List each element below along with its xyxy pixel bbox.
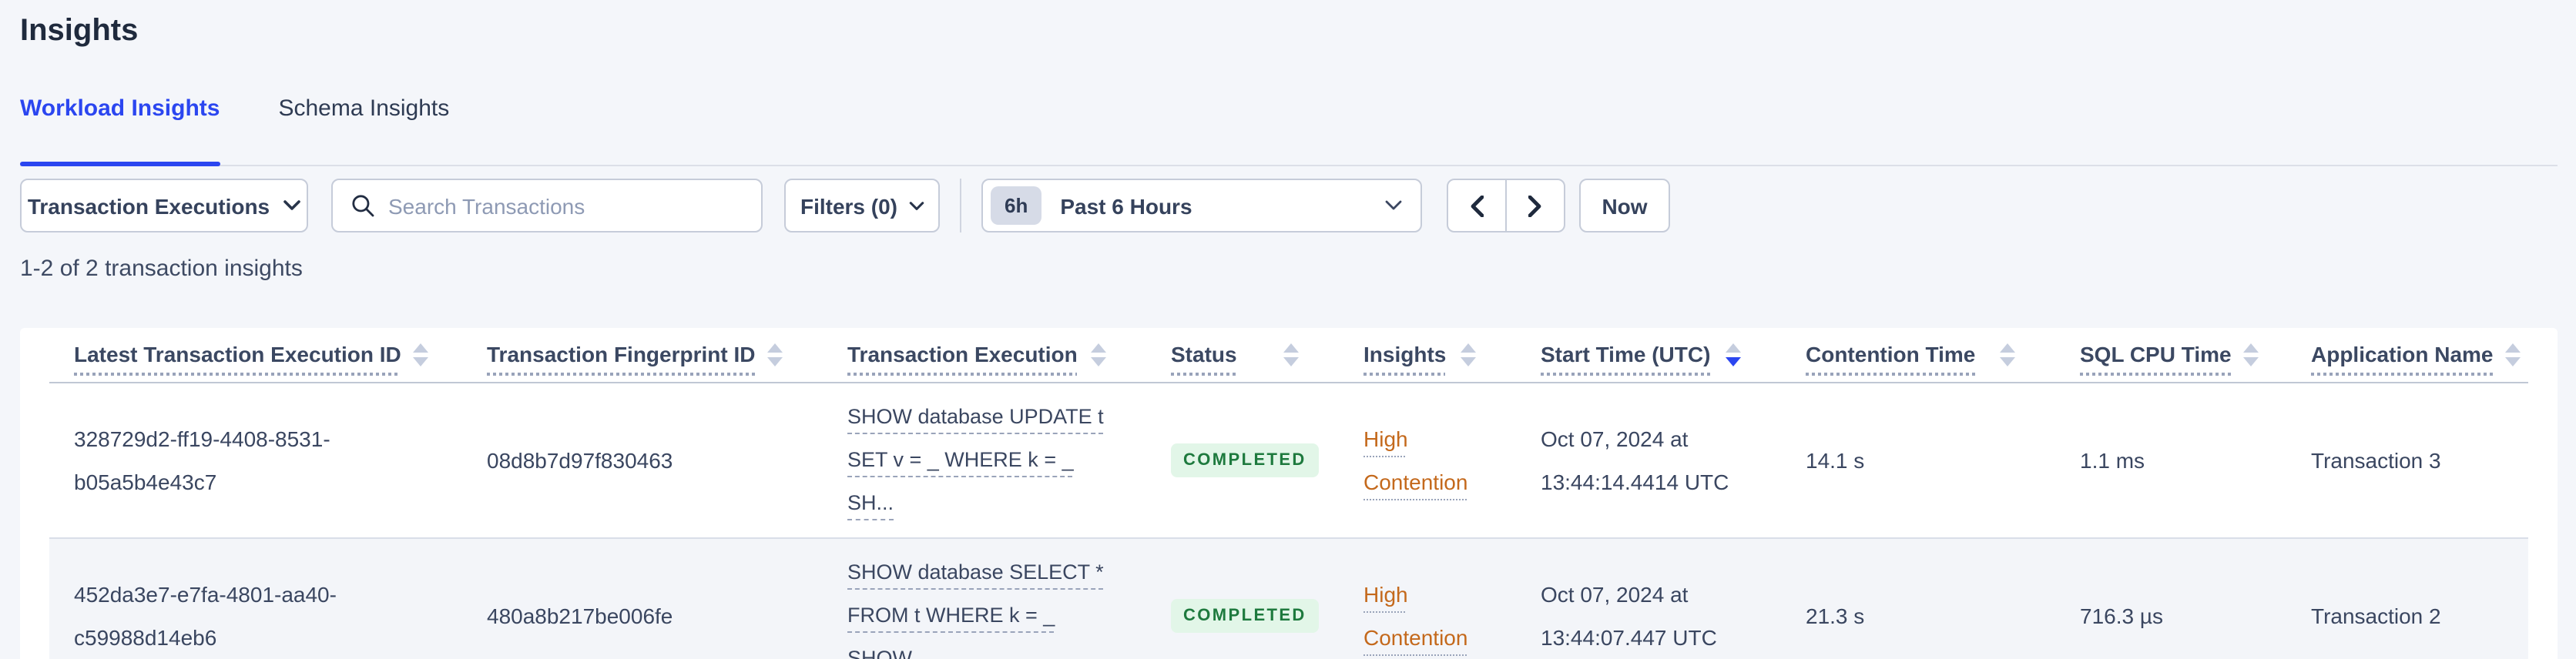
insights-page: Insights Workload Insights Schema Insigh…	[0, 0, 2576, 659]
search-input[interactable]	[388, 193, 743, 218]
time-range-next-button[interactable]	[1505, 179, 1565, 232]
sort-icon[interactable]	[2505, 343, 2521, 366]
sort-icon[interactable]	[1283, 343, 1299, 366]
table-row: 328729d2-ff19-4408-8531-b05a5b4e43c7 08d…	[49, 382, 2528, 537]
time-range-picker[interactable]: 6h Past 6 Hours	[981, 179, 1422, 232]
insight-link[interactable]: High Contention	[1363, 416, 1487, 503]
contention-time-cell: 14.1 s	[1806, 447, 1865, 472]
fingerprint-id-cell: 480a8b217be006fe	[487, 603, 673, 627]
execution-id-cell: 452da3e7-e7fa-4801-aa40-c59988d14eb6	[74, 581, 337, 649]
search-icon	[352, 195, 374, 217]
column-header-contention-time[interactable]: Contention Time	[1781, 328, 2055, 383]
column-header-application-name[interactable]: Application Name	[2286, 328, 2528, 383]
tab-workload-insights[interactable]: Workload Insights	[20, 91, 220, 166]
sort-icon[interactable]	[1461, 343, 1476, 366]
column-header-transaction-execution[interactable]: Transaction Execution	[823, 328, 1146, 383]
column-header-status[interactable]: Status	[1146, 328, 1339, 383]
filters-button[interactable]: Filters (0)	[784, 179, 940, 232]
table-header-row: Latest Transaction Execution ID Transact…	[49, 328, 2528, 383]
application-name-cell: Transaction 3	[2311, 447, 2441, 472]
chevron-left-icon	[1471, 195, 1484, 216]
sort-icon[interactable]	[767, 343, 783, 366]
search-box[interactable]	[331, 179, 763, 232]
insight-type-select[interactable]: Transaction Executions	[20, 179, 308, 232]
column-header-sql-cpu-time[interactable]: SQL CPU Time	[2055, 328, 2286, 383]
column-header-latest-transaction-execution-id[interactable]: Latest Transaction Execution ID	[49, 328, 462, 383]
sql-cpu-time-cell: 716.3 µs	[2080, 603, 2163, 627]
sort-icon[interactable]	[1726, 343, 1741, 366]
chevron-down-icon	[908, 201, 924, 209]
contention-time-cell: 21.3 s	[1806, 603, 1865, 627]
results-summary: 1-2 of 2 transaction insights	[20, 256, 303, 282]
time-range-prev-button[interactable]	[1447, 179, 1507, 232]
column-header-start-time[interactable]: Start Time (UTC)	[1516, 328, 1781, 383]
time-range-label: Past 6 Hours	[1060, 193, 1192, 218]
chevron-down-icon	[1385, 200, 1402, 210]
filters-button-label: Filters (0)	[800, 193, 897, 218]
time-range-step-buttons	[1447, 179, 1565, 232]
sql-cpu-time-cell: 1.1 ms	[2080, 447, 2145, 472]
transaction-execution-link[interactable]: SHOW database SELECT * FROM t WHERE k = …	[847, 550, 1122, 659]
now-button[interactable]: Now	[1579, 179, 1670, 232]
tab-schema-insights[interactable]: Schema Insights	[278, 91, 449, 165]
insights-table-card: Latest Transaction Execution ID Transact…	[20, 328, 2558, 659]
start-time-cell: Oct 07, 2024 at 13:44:07.447 UTC	[1541, 581, 1717, 649]
table-row: 452da3e7-e7fa-4801-aa40-c59988d14eb6 480…	[49, 537, 2528, 659]
sort-icon[interactable]	[2000, 343, 2015, 366]
toolbar-divider	[960, 179, 961, 232]
sort-icon[interactable]	[2243, 343, 2259, 366]
insight-link[interactable]: High Contention	[1363, 572, 1487, 658]
transaction-insights-table: Latest Transaction Execution ID Transact…	[49, 328, 2528, 659]
execution-id-cell: 328729d2-ff19-4408-8531-b05a5b4e43c7	[74, 426, 330, 493]
fingerprint-id-cell: 08d8b7d97f830463	[487, 447, 673, 472]
page-title: Insights	[20, 14, 139, 48]
application-name-cell: Transaction 2	[2311, 603, 2441, 627]
status-badge: COMPLETED	[1171, 443, 1319, 477]
chevron-down-icon	[283, 200, 300, 210]
sort-icon[interactable]	[1091, 343, 1106, 366]
status-badge: COMPLETED	[1171, 598, 1319, 632]
column-header-insights[interactable]: Insights	[1339, 328, 1516, 383]
column-header-transaction-fingerprint-id[interactable]: Transaction Fingerprint ID	[462, 328, 823, 383]
insight-type-select-label: Transaction Executions	[27, 193, 270, 218]
time-range-badge: 6h	[991, 186, 1042, 225]
tab-bar: Workload Insights Schema Insights	[20, 91, 2558, 166]
toolbar: Transaction Executions Filters (0) 6h Pa…	[20, 179, 2558, 232]
transaction-execution-link[interactable]: SHOW database UPDATE t SET v = _ WHERE k…	[847, 395, 1122, 524]
start-time-cell: Oct 07, 2024 at 13:44:14.4414 UTC	[1541, 426, 1729, 493]
chevron-right-icon	[1528, 195, 1541, 216]
sort-icon[interactable]	[413, 343, 429, 366]
